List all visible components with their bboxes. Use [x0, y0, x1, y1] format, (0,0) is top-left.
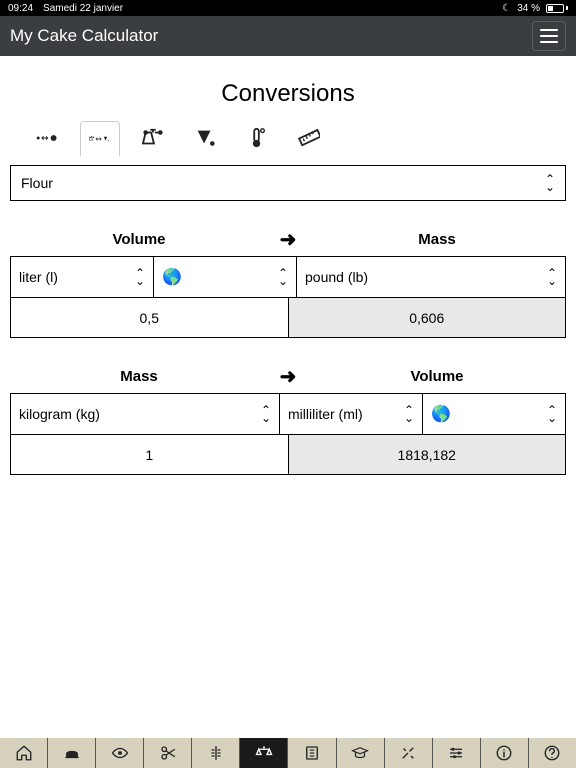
globe-icon: 🌎 — [162, 267, 182, 287]
mass-unit-select-2[interactable]: kilogram (kg) ⌃⌄ — [11, 394, 279, 434]
book-icon — [303, 744, 321, 762]
chevron-updown-icon: ⌃⌄ — [404, 406, 414, 422]
volume-region-select-2[interactable]: 🌎 ⌃⌄ — [422, 394, 565, 434]
arrow-right-icon: ➜ — [268, 364, 308, 389]
chevron-updown-icon: ⌃⌄ — [278, 269, 288, 285]
globe-icon: 🌎 — [431, 404, 451, 424]
chevron-updown-icon: ⌃⌄ — [547, 269, 557, 285]
home-icon — [15, 744, 33, 762]
ingredient-select[interactable]: Flour ⌃⌄ — [10, 165, 566, 201]
mass-output: 0,606 — [288, 298, 566, 337]
scale-icon — [142, 127, 164, 149]
size-swap-icon — [36, 127, 58, 149]
status-date: Samedi 22 janvier — [43, 3, 123, 14]
thermometer-icon — [246, 127, 268, 149]
mass-to-volume-section: Mass ➜ Volume kilogram (kg) ⌃⌄ millilite… — [10, 364, 566, 475]
nav-view[interactable] — [95, 738, 143, 768]
volume-unit-select-2[interactable]: milliliter (ml) ⌃⌄ — [279, 394, 422, 434]
mass-unit-label-2: kilogram (kg) — [19, 406, 100, 422]
menu-button[interactable] — [532, 21, 566, 51]
app-header: My Cake Calculator — [0, 16, 576, 56]
volume-unit-select[interactable]: liter (l) ⌃⌄ — [11, 257, 153, 297]
sliders-icon — [447, 744, 465, 762]
mass-input[interactable]: 1 — [11, 435, 288, 474]
nav-info[interactable] — [480, 738, 528, 768]
nav-conversions[interactable] — [239, 738, 287, 768]
graduation-cap-icon — [351, 744, 369, 762]
mass-unit-label: pound (lb) — [305, 269, 368, 285]
col-header-mass2: Mass — [10, 368, 268, 385]
tools-icon — [399, 744, 417, 762]
volume-unit-label-2: milliliter (ml) — [288, 406, 363, 422]
tab-scale[interactable] — [134, 121, 172, 155]
page-title: Conversions — [0, 80, 576, 108]
eye-icon — [111, 744, 129, 762]
nav-notes[interactable] — [287, 738, 335, 768]
info-icon — [495, 744, 513, 762]
col-header-volume2: Volume — [308, 368, 566, 385]
chevron-updown-icon: ⌃⌄ — [135, 269, 145, 285]
conversion-tabs — [0, 120, 576, 165]
scissors-icon — [159, 744, 177, 762]
tab-volume[interactable] — [186, 121, 224, 155]
scale-icon — [255, 744, 273, 762]
nav-home[interactable] — [0, 738, 47, 768]
nav-settings[interactable] — [432, 738, 480, 768]
nav-tools[interactable] — [384, 738, 432, 768]
volume-input[interactable]: 0,5 — [11, 298, 288, 337]
bottom-toolbar — [0, 738, 576, 768]
volume-to-mass-section: Volume ➜ Mass liter (l) ⌃⌄ 🌎 ⌃⌄ pound (l… — [10, 227, 566, 338]
tab-temperature[interactable] — [238, 121, 276, 155]
nav-cut[interactable] — [143, 738, 191, 768]
status-battery-pct: 34 % — [517, 3, 540, 14]
moon-icon: ☾ — [502, 3, 511, 14]
ruler-icon — [298, 127, 320, 149]
ingredient-selected: Flour — [21, 175, 53, 191]
tab-size-conversion[interactable] — [28, 121, 66, 155]
chevron-updown-icon: ⌃⌄ — [545, 175, 555, 191]
nav-divide[interactable] — [191, 738, 239, 768]
nav-cake[interactable] — [47, 738, 95, 768]
divide-icon — [207, 744, 225, 762]
col-header-volume: Volume — [10, 231, 268, 248]
status-time: 09:24 — [8, 3, 33, 14]
volume-unit-label: liter (l) — [19, 269, 58, 285]
volume-output: 1818,182 — [288, 435, 566, 474]
app-title: My Cake Calculator — [10, 26, 158, 46]
scale-volume-swap-icon — [89, 128, 111, 150]
nav-help[interactable] — [528, 738, 576, 768]
col-header-mass: Mass — [308, 231, 566, 248]
chevron-updown-icon: ⌃⌄ — [261, 406, 271, 422]
fill-drop-icon — [194, 127, 216, 149]
help-icon — [543, 744, 561, 762]
status-bar: 09:24 Samedi 22 janvier ☾ 34 % — [0, 0, 576, 16]
arrow-right-icon: ➜ — [268, 227, 308, 252]
battery-icon — [546, 4, 568, 13]
nav-learn[interactable] — [336, 738, 384, 768]
mass-unit-select[interactable]: pound (lb) ⌃⌄ — [296, 257, 565, 297]
volume-region-select[interactable]: 🌎 ⌃⌄ — [153, 257, 296, 297]
tab-scale-volume[interactable] — [80, 121, 120, 156]
chevron-updown-icon: ⌃⌄ — [547, 406, 557, 422]
cake-icon — [63, 744, 81, 762]
tab-length[interactable] — [290, 121, 328, 155]
